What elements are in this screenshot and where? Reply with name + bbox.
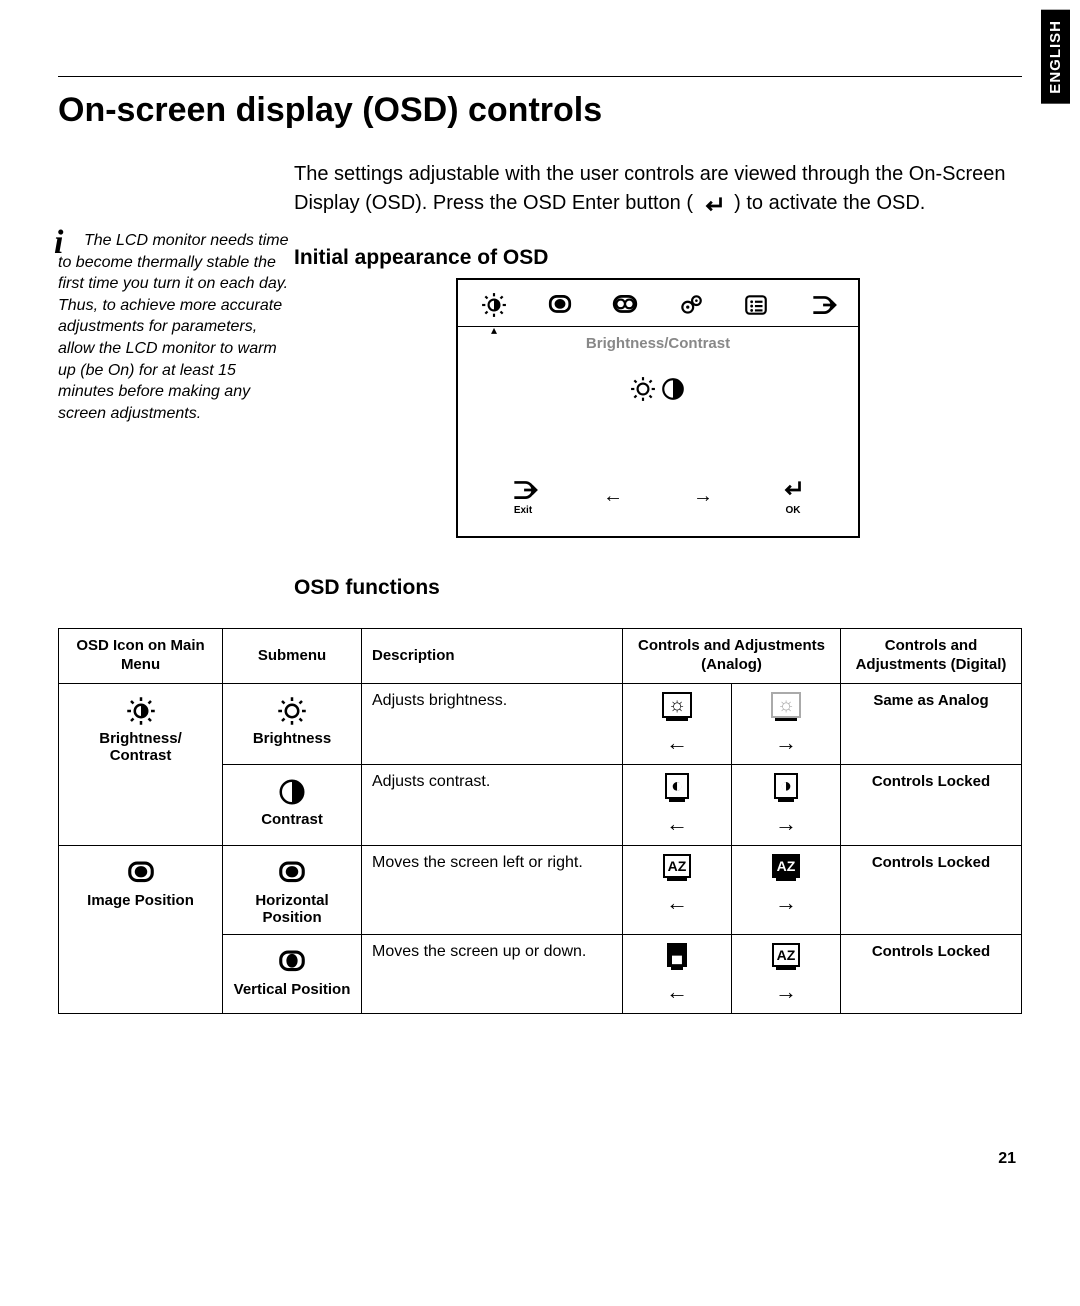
digital-contrast: Controls Locked bbox=[841, 764, 1022, 845]
th-analog: Controls and Adjustments (Analog) bbox=[623, 629, 841, 684]
monitor-contrast-high-icon: ◑ bbox=[774, 773, 798, 799]
submenu-brightness: Brightness bbox=[223, 683, 362, 764]
info-icon: i bbox=[54, 226, 63, 260]
enter-icon bbox=[699, 192, 729, 219]
arrow-left-icon: ← bbox=[633, 890, 721, 916]
th-submenu: Submenu bbox=[223, 629, 362, 684]
osd-tab-position bbox=[542, 290, 578, 318]
arrow-right-icon: → bbox=[742, 979, 830, 1005]
table-row: Image Position Horizontal Position Moves… bbox=[59, 845, 1022, 934]
analog-left: AZ ← bbox=[623, 845, 732, 934]
monitor-az-right-icon: AZ bbox=[772, 854, 801, 878]
monitor-contrast-low-icon: ◐ bbox=[665, 773, 689, 799]
page-title: On-screen display (OSD) controls bbox=[58, 91, 1022, 130]
osd-tab-row bbox=[458, 280, 858, 327]
desc-contrast: Adjusts contrast. bbox=[362, 764, 623, 845]
submenu-label: Contrast bbox=[233, 811, 351, 828]
language-tab: ENGLISH bbox=[1041, 10, 1070, 104]
digital-vpos: Controls Locked bbox=[841, 934, 1022, 1013]
th-icon: OSD Icon on Main Menu bbox=[59, 629, 223, 684]
monitor-az-left-icon: AZ bbox=[663, 854, 692, 878]
sidenote-rest: stable the first time you turn it on eac… bbox=[58, 254, 288, 422]
osd-tab-options bbox=[738, 290, 774, 318]
desc-hpos: Moves the screen left or right. bbox=[362, 845, 623, 934]
exit-icon bbox=[508, 477, 538, 503]
analog-right: AZ → bbox=[732, 934, 841, 1013]
contrast-icon bbox=[658, 376, 688, 402]
osd-tab-brightness bbox=[476, 290, 512, 318]
osd-foot-ok: OK bbox=[748, 477, 838, 516]
osd-tab-exit bbox=[804, 290, 840, 318]
digital-brightness: Same as Analog bbox=[841, 683, 1022, 764]
arrow-left-icon: ← bbox=[633, 730, 721, 756]
desc-vpos: Moves the screen up or down. bbox=[362, 934, 623, 1013]
osd-functions-table: OSD Icon on Main Menu Submenu Descriptio… bbox=[58, 628, 1022, 1014]
analog-left: ▄ ← bbox=[623, 934, 732, 1013]
arrow-right-icon: → bbox=[742, 811, 830, 837]
main-icon-brightness-contrast: Brightness/ Contrast bbox=[59, 683, 223, 845]
submenu-label: Horizontal Position bbox=[233, 892, 351, 926]
enter-icon bbox=[778, 477, 808, 503]
sun-half-icon bbox=[124, 696, 158, 726]
submenu-label: Brightness bbox=[233, 730, 351, 747]
monitor-light-icon: ☼ bbox=[771, 692, 801, 718]
analog-left: ◐ ← bbox=[623, 764, 732, 845]
page-number: 21 bbox=[998, 1150, 1016, 1168]
submenu-label: Vertical Position bbox=[233, 981, 351, 998]
analog-right: AZ → bbox=[732, 845, 841, 934]
arrow-left-icon: ← bbox=[633, 979, 721, 1005]
intro-paragraph: The settings adjustable with the user co… bbox=[294, 160, 1022, 218]
main-label: Image Position bbox=[69, 892, 212, 909]
contrast-icon bbox=[275, 777, 309, 807]
submenu-contrast: Contrast bbox=[223, 764, 362, 845]
osd-foot-exit: Exit bbox=[478, 477, 568, 516]
th-digital: Controls and Adjustments (Digital) bbox=[841, 629, 1022, 684]
sidenote: i The LCD monitor needs time to become t… bbox=[58, 230, 290, 608]
osd-foot-left: ← bbox=[568, 485, 658, 508]
intro-post: ) to activate the OSD. bbox=[734, 192, 925, 214]
heading-initial-appearance: Initial appearance of OSD bbox=[294, 246, 1022, 270]
main-label: Brightness/ Contrast bbox=[69, 730, 212, 764]
analog-left: ☼ ← bbox=[623, 683, 732, 764]
arrow-right-icon: → bbox=[742, 730, 830, 756]
osd-foot-right: → bbox=[658, 485, 748, 508]
osd-submenu-icons bbox=[458, 372, 858, 403]
osd-exit-label: Exit bbox=[478, 505, 568, 516]
desc-brightness: Adjusts brightness. bbox=[362, 683, 623, 764]
digital-hpos: Controls Locked bbox=[841, 845, 1022, 934]
heading-osd-functions: OSD functions bbox=[294, 576, 1022, 600]
top-rule bbox=[58, 76, 1022, 77]
screen-v-icon bbox=[275, 947, 309, 977]
osd-ok-label: OK bbox=[748, 505, 838, 516]
th-description: Description bbox=[362, 629, 623, 684]
osd-tab-color bbox=[607, 290, 643, 318]
monitor-az-up-icon: AZ bbox=[772, 943, 801, 967]
sun-icon bbox=[275, 696, 309, 726]
monitor-az-down-icon: ▄ bbox=[667, 943, 687, 967]
arrow-right-icon: → bbox=[742, 890, 830, 916]
table-row: Brightness/ Contrast Brightness Adjusts … bbox=[59, 683, 1022, 764]
analog-right: ☼ → bbox=[732, 683, 841, 764]
osd-section-label: Brightness/Contrast bbox=[458, 335, 858, 352]
main-icon-image-position: Image Position bbox=[59, 845, 223, 1013]
sun-icon bbox=[628, 376, 658, 402]
osd-panel: Brightness/Contrast Exit ← → OK bbox=[456, 278, 860, 538]
osd-tab-setup bbox=[673, 290, 709, 318]
submenu-hpos: Horizontal Position bbox=[223, 845, 362, 934]
submenu-vpos: Vertical Position bbox=[223, 934, 362, 1013]
arrow-left-icon: ← bbox=[633, 811, 721, 837]
analog-right: ◑ → bbox=[732, 764, 841, 845]
screen-icon bbox=[124, 858, 158, 888]
monitor-dark-icon: ☼ bbox=[662, 692, 692, 718]
screen-h-icon bbox=[275, 858, 309, 888]
